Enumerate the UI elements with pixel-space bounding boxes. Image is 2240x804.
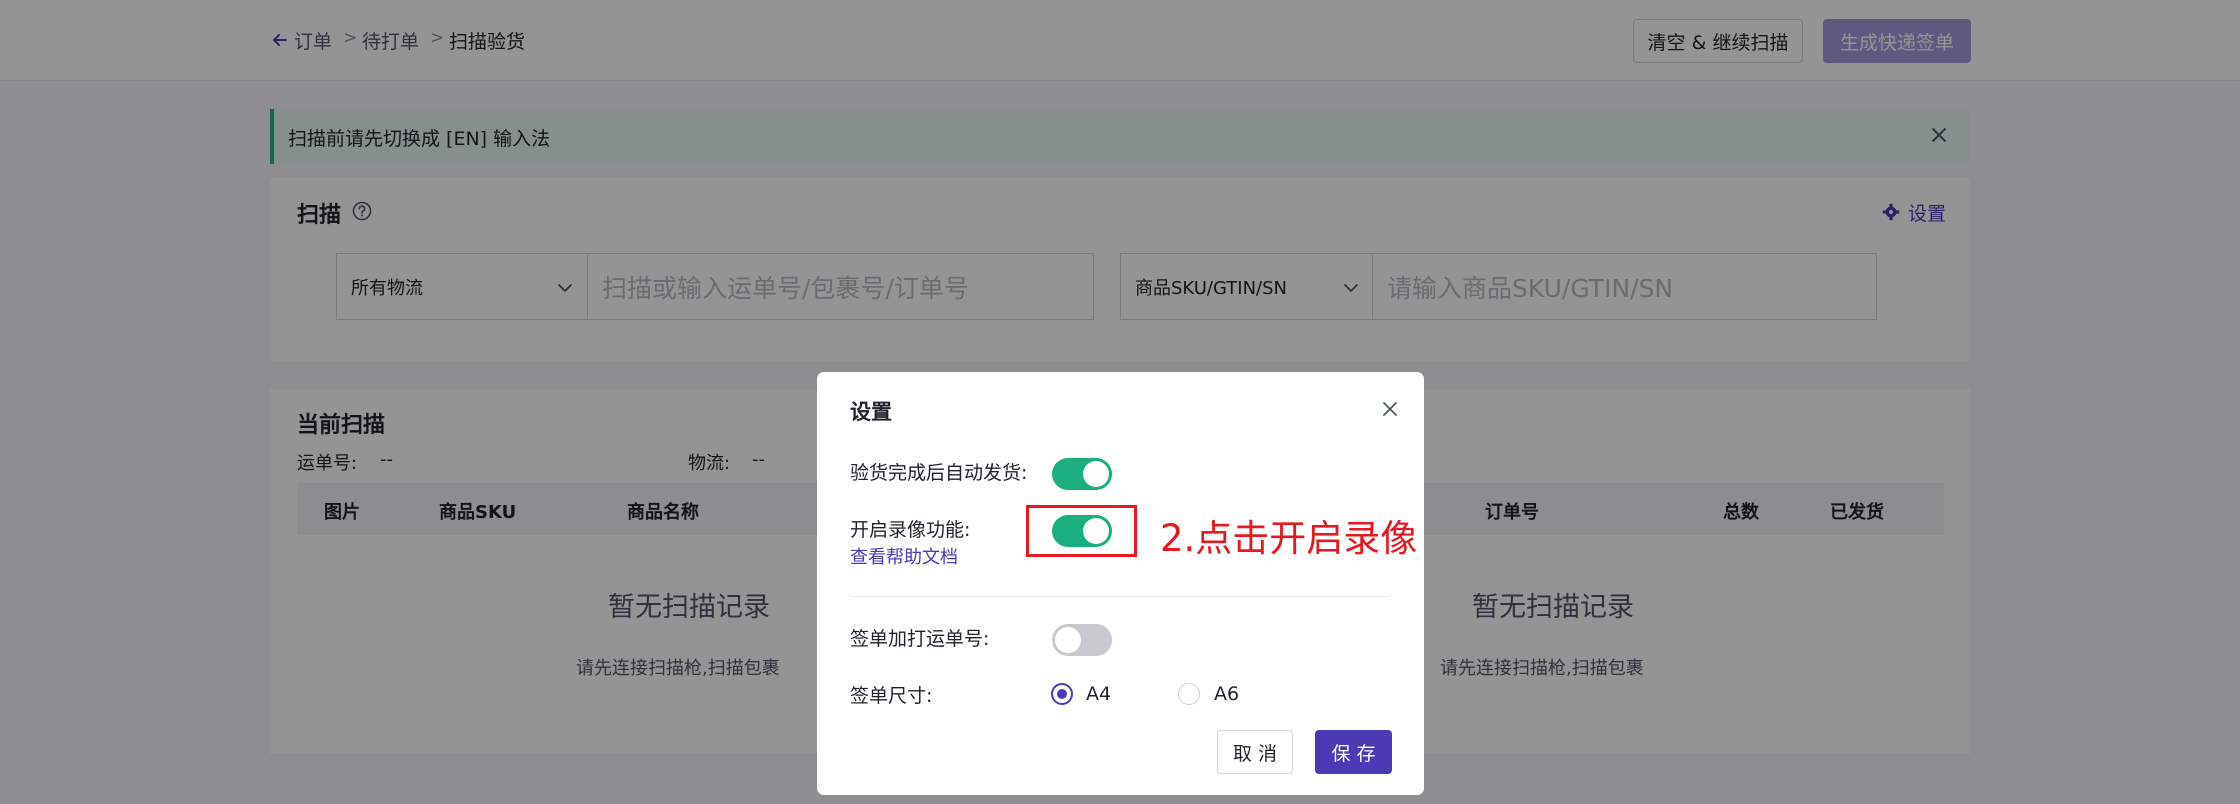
modal-title: 设置 xyxy=(850,400,892,424)
annotation-highlight-box xyxy=(1026,505,1137,557)
auto-ship-label: 验货完成后自动发货: xyxy=(850,462,1028,484)
close-icon[interactable] xyxy=(1381,400,1399,418)
size-a4-radio[interactable] xyxy=(1051,683,1073,705)
toggle-knob xyxy=(1055,627,1081,653)
size-a6-label[interactable]: A6 xyxy=(1214,683,1239,705)
size-a4-label[interactable]: A4 xyxy=(1086,683,1111,705)
toggle-knob xyxy=(1083,461,1109,487)
print-tracking-label: 签单加打运单号: xyxy=(850,628,990,650)
save-button[interactable]: 保 存 xyxy=(1315,730,1392,774)
divider xyxy=(850,596,1390,597)
annotation-text: 2.点击开启录像 xyxy=(1160,517,1418,560)
label-size-label: 签单尺寸: xyxy=(850,685,933,707)
auto-ship-toggle[interactable] xyxy=(1052,458,1112,490)
cancel-button[interactable]: 取 消 xyxy=(1217,730,1293,774)
size-a6-radio[interactable] xyxy=(1178,683,1200,705)
print-tracking-toggle[interactable] xyxy=(1052,624,1112,656)
settings-modal: 设置 验货完成后自动发货: 开启录像功能: 查看帮助文档 签单加打运单号: 签单… xyxy=(817,372,1424,795)
record-label: 开启录像功能: xyxy=(850,519,971,541)
help-doc-link[interactable]: 查看帮助文档 xyxy=(850,543,958,569)
